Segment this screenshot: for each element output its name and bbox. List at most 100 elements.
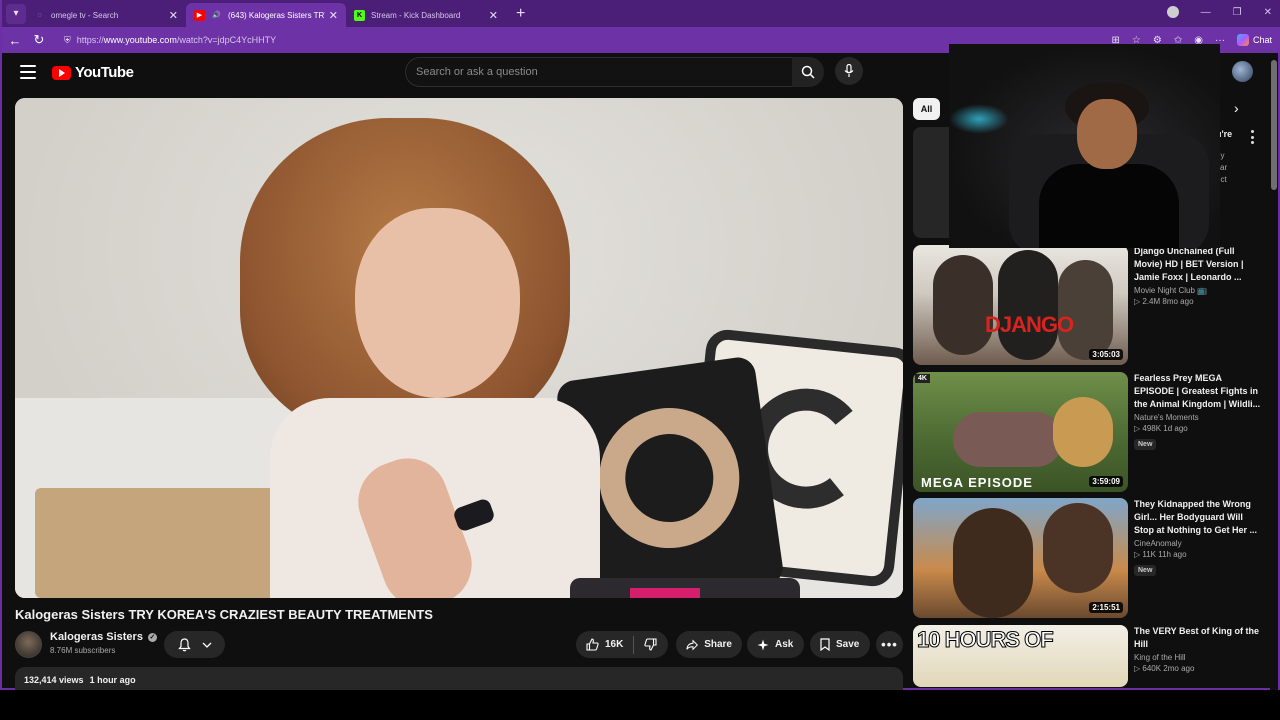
tab-title: omegle tv - Search [51,10,119,20]
user-avatar[interactable] [1232,61,1253,82]
video-duration: 3:59:09 [1089,476,1123,487]
recommendation-channel[interactable]: King of the Hill [1134,653,1264,662]
thumbnail-animal [1053,397,1113,467]
recommendation-thumbnail[interactable]: 4K MEGA EPISODE 3:59:09 [913,372,1128,492]
recommendation-title[interactable]: The VERY Best of King of the Hill [1134,625,1264,651]
webcam-person-torso [1039,164,1179,248]
recommendation-info: Django Unchained (Full Movie) HD | BET V… [1134,245,1264,306]
new-badge: New [1134,439,1157,450]
more-horizontal-icon: ••• [881,637,898,652]
like-count: 16K [605,639,624,650]
minimize-icon[interactable]: — [1201,7,1211,18]
thumbs-up-icon [586,638,599,651]
video-frame-handbag [570,578,800,598]
tab-kick-dashboard[interactable]: K Stream - Kick Dashboard ✕ [346,3,506,27]
channel-avatar[interactable] [15,631,42,658]
recommendation-channel[interactable]: Nature's Moments [1134,413,1264,422]
verified-check-icon: ✓ [147,632,157,642]
recommendation-title[interactable]: They Kidnapped the Wrong Girl... Her Bod… [1134,498,1264,537]
restore-icon[interactable]: ❐ [1233,7,1242,18]
browser-window: ▾ ◌ omegle tv - Search ✕ ▶ 🔊 (643) Kalog… [0,0,1280,697]
sparkle-icon [757,639,769,650]
like-button[interactable]: 16K [576,631,633,658]
chip-all[interactable]: All [913,98,940,120]
thumbnail-title-text: DJANGO [985,312,1074,337]
thumbnail-figure [933,255,993,355]
recommendation-channel[interactable]: Movie Night Club 📺 [1134,286,1264,295]
voice-search-button[interactable] [835,57,863,85]
tab-omegle-search[interactable]: ◌ omegle tv - Search ✕ [26,3,186,27]
tab-actions-icon[interactable]: ▾ [6,3,26,24]
recommendation-thumbnail[interactable]: DJANGO 3:05:03 [913,245,1128,365]
ask-label: Ask [775,639,794,650]
chevron-down-icon [202,642,211,648]
audio-playing-icon[interactable]: 🔊 [211,10,222,21]
more-vertical-icon[interactable] [1247,130,1257,144]
bell-icon [177,637,191,651]
url-domain: www.youtube.com [103,35,177,45]
channel-name[interactable]: Kalogeras Sisters [50,631,143,643]
recommendation-item[interactable]: 2:15:51 They Kidnapped the Wrong Girl...… [913,498,1268,618]
youtube-logo[interactable]: YouTube [52,64,134,81]
more-actions-button[interactable]: ••• [876,631,903,658]
subscriber-count: 8.76M subscribers [50,646,116,655]
recommendation-item[interactable]: DJANGO 3:05:03 Django Unchained (Full Mo… [913,245,1268,365]
search-favicon-icon: ◌ [37,11,42,19]
tab-bar: ▾ ◌ omegle tv - Search ✕ ▶ 🔊 (643) Kalog… [2,0,1280,27]
recommendation-item[interactable]: 10 HOURS OF The VERY Best of King of the… [913,625,1268,687]
recommendation-meta: ▷ 2.4M 8mo ago [1134,297,1194,306]
share-icon [686,638,699,651]
youtube-favicon-icon: ▶ [194,9,205,21]
recommendation-meta: ▷ 640K 2mo ago [1134,664,1195,673]
youtube-play-icon [52,65,71,80]
profile-avatar[interactable] [1166,6,1179,18]
share-label: Share [704,639,732,650]
close-tab-icon[interactable]: ✕ [489,9,498,22]
recommendation-info: Fearless Prey MEGA EPISODE | Greatest Fi… [1134,372,1264,451]
refresh-icon[interactable]: ↻ [28,29,50,51]
recommendation-thumbnail[interactable]: 10 HOURS OF [913,625,1128,687]
url-path: /watch?v=jdpC4YcHHTY [176,35,277,45]
4k-badge-icon: 4K [915,374,930,383]
subscription-bell-button[interactable] [164,631,225,658]
screen-bottom [0,690,1280,720]
close-window-icon[interactable]: ✕ [1264,7,1272,18]
menu-icon[interactable] [20,65,36,79]
chevron-right-icon[interactable]: › [1234,100,1239,116]
tab-title: Stream - Kick Dashboard [371,10,461,20]
back-icon[interactable]: ← [4,29,26,51]
like-dislike-group: 16K [576,631,668,658]
search-input[interactable] [416,66,792,78]
webcam-light [949,104,1009,134]
recommendation-title[interactable]: Django Unchained (Full Movie) HD | BET V… [1134,245,1264,284]
recommendation-info: The VERY Best of King of the Hill King o… [1134,625,1264,673]
recommendation-channel[interactable]: CineAnomaly [1134,539,1264,548]
tab-youtube-video[interactable]: ▶ 🔊 (643) Kalogeras Sisters TRY KO ✕ [186,3,346,27]
recommendation-item[interactable]: 4K MEGA EPISODE 3:59:09 Fearless Prey ME… [913,372,1268,492]
recommendation-thumbnail[interactable]: 2:15:51 [913,498,1128,618]
chat-button[interactable]: Chat [1236,34,1272,46]
copilot-icon [1236,34,1249,46]
dislike-button[interactable] [634,631,667,658]
channel-name-row[interactable]: Kalogeras Sisters ✓ [50,631,157,643]
lock-icon: ⛨ [64,34,71,45]
scrollbar-thumb[interactable] [1271,60,1277,190]
thumbnail-title-text: MEGA EPISODE [921,475,1033,490]
thumbnail-figure [1058,260,1113,360]
kick-favicon-icon: K [354,9,365,21]
close-tab-icon[interactable]: ✕ [329,9,338,22]
new-tab-button[interactable]: + [516,5,525,23]
microphone-icon [844,64,854,77]
save-button[interactable]: Save [810,631,870,658]
recommendation-title[interactable]: Fearless Prey MEGA EPISODE | Greatest Fi… [1134,372,1264,411]
video-duration: 2:15:51 [1089,602,1123,613]
ask-button[interactable]: Ask [747,631,804,658]
chat-label: Chat [1252,35,1272,45]
thumbnail-figure [1043,503,1113,593]
close-tab-icon[interactable]: ✕ [169,9,178,22]
upload-age: 1 hour ago [89,675,136,685]
search-button[interactable] [792,57,824,87]
youtube-wordmark: YouTube [75,64,134,81]
video-player[interactable] [15,98,903,598]
share-button[interactable]: Share [676,631,742,658]
